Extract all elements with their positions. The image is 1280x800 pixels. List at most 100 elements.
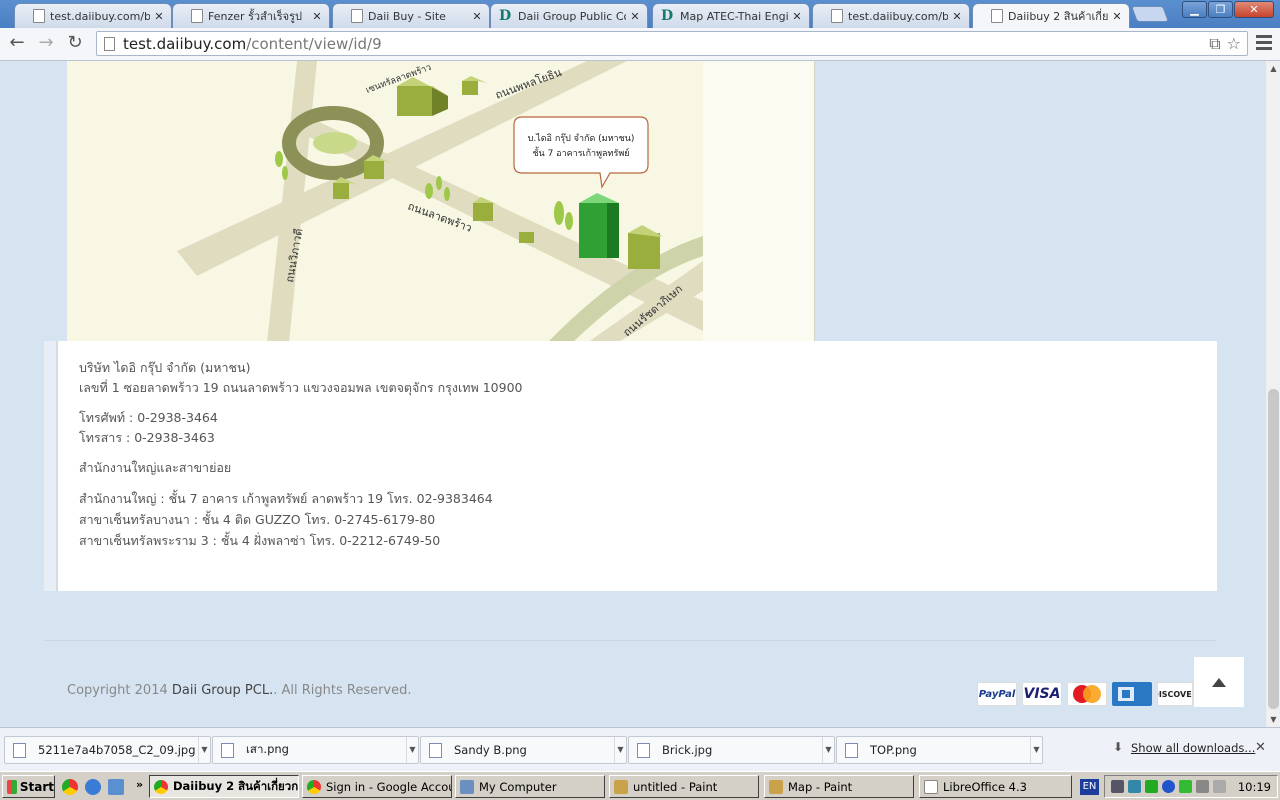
power-icon[interactable] [1213, 780, 1226, 793]
chevron-down-icon[interactable]: ▼ [1030, 737, 1042, 763]
image-file-icon [637, 742, 650, 758]
download-item[interactable]: 5211e7a4b7058_C2_09.jpg ▼ [4, 736, 211, 764]
reload-icon[interactable]: ↻ [64, 33, 86, 55]
close-icon[interactable]: ✕ [951, 10, 963, 23]
chevron-down-icon[interactable]: ▼ [406, 737, 418, 763]
page-viewport: ถนนพหลโยธิน ถนนลาดพร้าว ถนนวิภาวดี ถนนรั… [0, 61, 1265, 727]
taskbar-button-my-computer[interactable]: My Computer [455, 775, 605, 798]
safely-remove-icon[interactable] [1145, 780, 1158, 793]
copyright-prefix: Copyright 2014 [67, 683, 172, 698]
paypal-icon: PayPal [977, 682, 1017, 706]
show-all-downloads-link[interactable]: Show all downloads... [1131, 741, 1255, 755]
internet-explorer-icon[interactable] [85, 779, 101, 795]
payment-methods: PayPal VISA DISCOVER [977, 682, 1193, 706]
discover-icon: DISCOVER [1157, 682, 1193, 706]
back-arrow-icon[interactable]: ← [6, 33, 28, 55]
taskbar-button-paint-untitled[interactable]: untitled - Paint [609, 775, 759, 798]
chrome-menu-icon[interactable] [1256, 35, 1272, 53]
download-item[interactable]: Brick.jpg ▼ [628, 736, 835, 764]
chrome-icon [154, 779, 168, 794]
chevron-down-icon[interactable]: ▼ [822, 737, 834, 763]
tab-3[interactable]: Daii Buy - Site ✕ [332, 3, 490, 28]
branch-headquarters: สำนักงานใหญ่ : ชั้น 7 อาคาร เก้าพูลทรัพย… [79, 491, 493, 506]
tab-title: Daiibuy 2 สินค้าเกี่ยวกั [1008, 10, 1108, 23]
start-label: Start [19, 779, 54, 794]
tab-4[interactable]: D Daii Group Public Comp ✕ [490, 3, 648, 28]
translate-icon[interactable]: ⧉ [1209, 34, 1220, 54]
close-icon[interactable]: ✕ [629, 10, 641, 23]
chevron-right-icon[interactable]: » [136, 778, 143, 791]
network-icon[interactable] [1111, 780, 1124, 793]
download-arrow-icon: ⬇ [1113, 740, 1124, 754]
page-icon [33, 9, 45, 23]
contact-info-panel: บริษัท ไดอิ กรุ๊ป จำกัด (มหาชน) เลขที่ 1… [44, 341, 1217, 591]
volume-icon[interactable] [1196, 780, 1209, 793]
close-icon[interactable]: ✕ [153, 10, 165, 23]
tray-app-icon[interactable] [1128, 780, 1141, 793]
mastercard-icon [1067, 682, 1107, 706]
taskbar-button-label: Daiibuy 2 สินค้าเกี่ยวก... [173, 778, 299, 793]
page-icon [351, 9, 363, 23]
show-desktop-icon[interactable] [108, 779, 124, 795]
branch-bangna: สาขาเซ็นทรัลบางนา : ชั้น 4 ติด GUZZO โทร… [79, 512, 436, 527]
branches-heading: สำนักงานใหญ่และสาขาย่อย [79, 460, 232, 475]
download-filename: Brick.jpg [662, 743, 713, 757]
vertical-scrollbar[interactable]: ▲ ▼ [1265, 61, 1280, 727]
close-icon[interactable]: ✕ [1255, 740, 1266, 755]
start-button[interactable]: Start [2, 775, 55, 798]
address-bar[interactable]: test.daiibuy.com/content/view/id/9 ⧉ ☆ [96, 31, 1248, 56]
footer-divider [44, 640, 1217, 641]
restore-button[interactable]: ❐ [1208, 1, 1233, 18]
url-text[interactable]: test.daiibuy.com/content/view/id/9 [123, 35, 1209, 53]
url-path: /content/view/id/9 [246, 34, 382, 53]
chrome-icon [307, 779, 321, 794]
windows-taskbar: Start » Daiibuy 2 สินค้าเกี่ยวก... Sign … [0, 771, 1280, 800]
language-indicator[interactable]: EN [1080, 779, 1099, 795]
bluetooth-icon[interactable] [1162, 780, 1175, 793]
paint-icon [614, 779, 628, 794]
minimize-button[interactable]: ▁ [1182, 1, 1207, 18]
location-map: ถนนพหลโยธิน ถนนลาดพร้าว ถนนวิภาวดี ถนนรั… [67, 61, 815, 343]
company-link[interactable]: Daii Group PCL. [172, 683, 273, 698]
close-icon[interactable]: ✕ [1111, 10, 1123, 23]
download-item[interactable]: Sandy B.png ▼ [420, 736, 627, 764]
windows-logo-icon [7, 779, 17, 794]
close-icon[interactable]: ✕ [471, 10, 483, 23]
taskbar-button-paint-map[interactable]: Map - Paint [764, 775, 914, 798]
download-filename: TOP.png [870, 743, 917, 757]
tab-1[interactable]: test.daiibuy.com/back ✕ [14, 3, 172, 28]
tab-title: test.daiibuy.com/back [50, 9, 150, 23]
back-to-top-button[interactable] [1194, 657, 1244, 707]
map-callout-line1: บ.ไดอิ กรุ๊ป จำกัด (มหาชน) [528, 133, 635, 144]
taskbar-button-label: My Computer [479, 779, 557, 794]
chevron-down-icon[interactable]: ▼ [614, 737, 626, 763]
taskbar-button-libreoffice[interactable]: LibreOffice 4.3 [919, 775, 1072, 798]
download-filename: เสา.png [246, 742, 289, 756]
url-host: test.daiibuy.com [123, 34, 247, 53]
tab-5[interactable]: D Map ATEC-Thai Engine ✕ [652, 3, 810, 28]
taskbar-button-google-signin[interactable]: Sign in - Google Accou... [302, 775, 452, 798]
taskbar-button-label: untitled - Paint [633, 779, 718, 794]
tab-6[interactable]: test.daiibuy.com/back ✕ [812, 3, 970, 28]
forward-arrow-icon[interactable]: → [35, 33, 57, 55]
download-item[interactable]: เสา.png ▼ [212, 736, 419, 764]
image-file-icon [13, 742, 26, 758]
chrome-icon[interactable] [62, 779, 78, 795]
close-icon[interactable]: ✕ [311, 10, 323, 23]
scroll-down-arrow[interactable]: ▼ [1266, 712, 1280, 727]
taskbar-button-label: LibreOffice 4.3 [943, 779, 1027, 794]
tab-2[interactable]: Fenzer รั้วสำเร็จรูป ✕ [172, 3, 330, 28]
scrollbar-thumb[interactable] [1268, 389, 1279, 709]
tab-7-active[interactable]: Daiibuy 2 สินค้าเกี่ยวกั ✕ [972, 3, 1130, 28]
scroll-up-arrow[interactable]: ▲ [1266, 61, 1280, 76]
close-icon[interactable]: ✕ [791, 10, 803, 23]
close-window-button[interactable]: ✕ [1234, 1, 1274, 18]
wifi-icon[interactable] [1179, 780, 1192, 793]
bookmark-star-icon[interactable]: ☆ [1227, 34, 1241, 53]
new-tab-button[interactable] [1131, 6, 1169, 22]
branch-rama3: สาขาเซ็นทรัลพระราม 3 : ชั้น 4 ฝั่งพลาซ่า… [79, 533, 441, 548]
chevron-down-icon[interactable]: ▼ [198, 737, 210, 763]
download-item[interactable]: TOP.png ▼ [836, 736, 1043, 764]
tab-title: test.daiibuy.com/back [848, 9, 948, 23]
taskbar-button-chrome[interactable]: Daiibuy 2 สินค้าเกี่ยวก... [149, 775, 299, 798]
